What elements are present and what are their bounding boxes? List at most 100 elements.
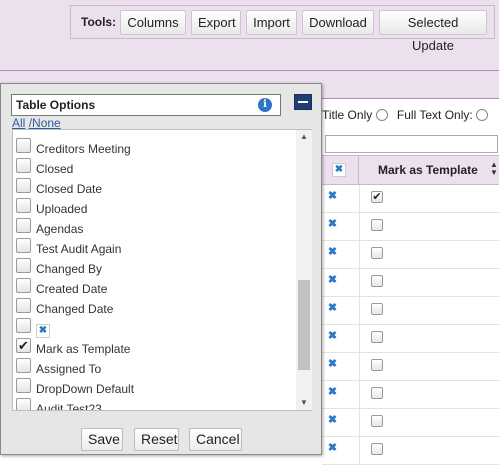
column-divider bbox=[359, 437, 360, 465]
column-divider bbox=[359, 297, 360, 325]
column-option-checkbox[interactable] bbox=[16, 138, 31, 153]
import-button[interactable]: Import bbox=[246, 10, 297, 35]
mark-as-template-checkbox[interactable] bbox=[371, 303, 383, 315]
column-divider bbox=[359, 269, 360, 297]
column-divider bbox=[359, 381, 360, 409]
column-option-label: Creditors Meeting bbox=[36, 142, 131, 156]
search-input[interactable] bbox=[325, 135, 498, 153]
delete-x-icon: ✖ bbox=[36, 324, 50, 338]
column-option-item[interactable]: Changed Date bbox=[13, 298, 295, 320]
column-option-checkbox[interactable] bbox=[16, 258, 31, 273]
mark-as-template-checkbox[interactable] bbox=[371, 247, 383, 259]
info-icon[interactable]: i bbox=[258, 98, 272, 112]
mark-as-template-checkbox[interactable] bbox=[371, 359, 383, 371]
delete-x-icon[interactable]: ✖ bbox=[327, 247, 338, 258]
column-divider bbox=[359, 325, 360, 353]
column-option-label: Mark as Template bbox=[36, 342, 131, 356]
delete-x-icon[interactable]: ✖ bbox=[327, 443, 338, 454]
title-only-label: Title Only bbox=[322, 108, 373, 122]
column-option-checkbox[interactable] bbox=[16, 378, 31, 393]
mark-as-template-checkbox[interactable] bbox=[371, 387, 383, 399]
title-only-radio[interactable] bbox=[375, 109, 388, 121]
delete-x-icon[interactable]: ✖ bbox=[327, 387, 338, 398]
column-option-item[interactable]: Audit Test23 bbox=[13, 398, 295, 410]
delete-x-icon[interactable]: ✖ bbox=[327, 219, 338, 230]
mark-as-template-checkbox[interactable]: ✔ bbox=[371, 191, 383, 203]
scroll-thumb[interactable] bbox=[298, 280, 310, 370]
column-option-item[interactable]: Uploaded bbox=[13, 198, 295, 220]
column-option-checkbox[interactable] bbox=[16, 218, 31, 233]
column-option-item[interactable]: Creditors Meeting bbox=[13, 138, 295, 160]
scroll-up-arrow-icon[interactable]: ▲ bbox=[296, 130, 312, 144]
column-option-checkbox[interactable] bbox=[16, 238, 31, 253]
select-none-link[interactable]: /None bbox=[29, 116, 61, 130]
column-option-item[interactable]: Changed By bbox=[13, 258, 295, 280]
grid-body: ✖ ✔ ✖ ✖ ✖ ✖ ✖ ✖ ✖ ✖ ✖ bbox=[322, 185, 499, 465]
mark-as-template-checkbox[interactable] bbox=[371, 219, 383, 231]
full-text-only-radio[interactable] bbox=[476, 109, 489, 121]
reset-button[interactable]: Reset bbox=[134, 428, 179, 451]
column-divider bbox=[359, 185, 360, 213]
mark-as-template-checkbox[interactable] bbox=[371, 275, 383, 287]
mark-as-template-checkbox[interactable] bbox=[371, 443, 383, 455]
delete-x-icon[interactable]: ✖ bbox=[327, 331, 338, 342]
dialog-title: Table Options i bbox=[11, 94, 281, 116]
column-option-label: Closed Date bbox=[36, 182, 103, 196]
column-option-item[interactable]: Closed bbox=[13, 158, 295, 180]
save-button[interactable]: Save bbox=[81, 428, 123, 451]
column-option-item[interactable]: Created Date bbox=[13, 278, 295, 300]
column-option-item[interactable]: ✔ Mark as Template bbox=[13, 338, 295, 360]
column-option-checkbox[interactable] bbox=[16, 178, 31, 193]
delete-x-icon[interactable]: ✖ bbox=[332, 163, 346, 177]
column-option-checkbox[interactable] bbox=[16, 298, 31, 313]
selected-update-button[interactable]: Selected Update bbox=[379, 10, 487, 53]
column-option-item[interactable]: Assigned To bbox=[13, 358, 295, 380]
column-options-list: Creditors Meeting Closed Closed Date Upload… bbox=[12, 129, 312, 411]
export-button[interactable]: Export bbox=[191, 10, 241, 35]
column-option-item[interactable]: Closed Date bbox=[13, 178, 295, 200]
column-option-checkbox[interactable] bbox=[16, 198, 31, 213]
column-option-label: DropDown Default bbox=[36, 382, 135, 396]
download-button[interactable]: Download bbox=[302, 10, 374, 35]
column-option-checkbox[interactable] bbox=[16, 358, 31, 373]
table-row: ✖ bbox=[322, 437, 499, 465]
column-option-checkbox[interactable] bbox=[16, 158, 31, 173]
tools-label: Tools: bbox=[81, 15, 117, 29]
column-option-label: Audit Test23 bbox=[36, 402, 102, 410]
column-option-checkbox[interactable]: ✔ bbox=[16, 338, 31, 353]
delete-x-icon[interactable]: ✖ bbox=[327, 415, 338, 426]
table-row: ✖ bbox=[322, 353, 499, 381]
mark-as-template-checkbox[interactable] bbox=[371, 331, 383, 343]
column-option-label: Closed bbox=[36, 162, 74, 176]
columns-button[interactable]: Columns bbox=[120, 10, 186, 35]
delete-x-icon[interactable]: ✖ bbox=[327, 303, 338, 314]
column-option-item[interactable]: Agendas bbox=[13, 218, 295, 240]
table-row: ✖ bbox=[322, 297, 499, 325]
column-option-label: Test Audit Again bbox=[36, 242, 122, 256]
tools-toolbar: Tools: Columns Export Import Download Se… bbox=[70, 5, 495, 53]
column-option-checkbox[interactable] bbox=[16, 398, 31, 410]
delete-x-icon[interactable]: ✖ bbox=[327, 275, 338, 286]
column-option-checkbox[interactable] bbox=[16, 278, 31, 293]
delete-x-icon[interactable]: ✖ bbox=[327, 191, 338, 202]
column-options-items: Creditors Meeting Closed Closed Date Upload… bbox=[13, 138, 295, 410]
table-row: ✖ bbox=[322, 381, 499, 409]
column-option-item[interactable]: DropDown Default bbox=[13, 378, 295, 400]
collapse-button[interactable] bbox=[294, 94, 312, 110]
header-delete-column: ✖ bbox=[322, 156, 359, 184]
dialog-title-text: Table Options bbox=[16, 98, 96, 112]
mark-as-template-header[interactable]: Mark as Template bbox=[378, 163, 478, 177]
cancel-button[interactable]: Cancel bbox=[189, 428, 242, 451]
column-option-checkbox[interactable] bbox=[16, 318, 31, 333]
sort-arrows-icon[interactable]: ▲ ▼ bbox=[490, 161, 498, 177]
column-option-item[interactable]: Test Audit Again bbox=[13, 238, 295, 260]
table-options-dialog: Table Options i All /None Creditors Meet… bbox=[0, 83, 322, 455]
scroll-down-arrow-icon[interactable]: ▼ bbox=[296, 396, 312, 410]
table-row: ✖ bbox=[322, 241, 499, 269]
column-option-item[interactable]: ✖ bbox=[13, 318, 295, 340]
delete-x-icon[interactable]: ✖ bbox=[327, 359, 338, 370]
full-text-only-label: Full Text Only: bbox=[396, 108, 473, 122]
list-scrollbar[interactable]: ▲ ▼ bbox=[296, 130, 312, 410]
select-all-link[interactable]: All bbox=[12, 116, 25, 130]
mark-as-template-checkbox[interactable] bbox=[371, 415, 383, 427]
